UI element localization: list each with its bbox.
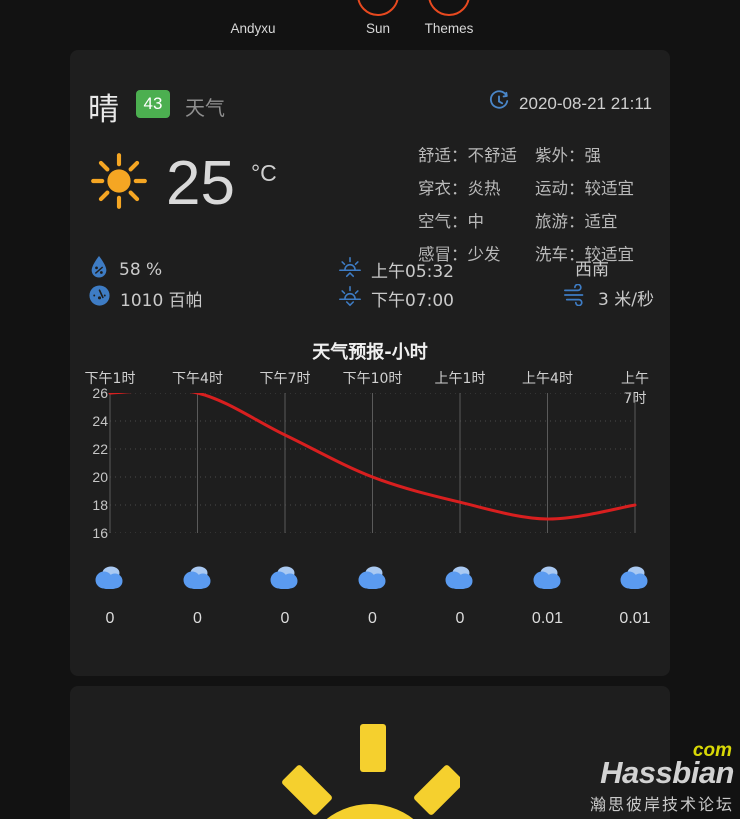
sunset-value: 下午07:00 bbox=[371, 291, 454, 311]
chart-y-label: 22 bbox=[92, 441, 108, 457]
pressure-gauge-icon bbox=[88, 284, 111, 312]
weather-card-header: 晴 43 天气 2020-08-21 21:11 bbox=[70, 84, 670, 130]
precipitation-value: 0.01 bbox=[531, 610, 564, 627]
big-sun-icon bbox=[280, 704, 464, 819]
cloud-icon bbox=[265, 566, 305, 599]
sunrise-stat: 上午05:32 bbox=[338, 255, 454, 284]
sunset-stat: 下午07:00 bbox=[338, 284, 454, 313]
index-comfort: 舒适：不舒适 bbox=[418, 146, 517, 165]
stats-row-1: 58 % 上午05:32 bbox=[88, 255, 652, 284]
cloud-icon bbox=[178, 566, 218, 599]
cloud-icon bbox=[615, 566, 655, 599]
precipitation-value: 0 bbox=[105, 610, 115, 627]
humidity-stat: 58 % bbox=[88, 255, 162, 284]
precipitation-value: 0 bbox=[280, 610, 290, 627]
weather-stats: 58 % 上午05:32 1010 百帕 下午07:00 3 米/秒 bbox=[88, 255, 654, 313]
precipitation-cell: 0.01 bbox=[600, 563, 670, 628]
chart-y-label: 18 bbox=[92, 497, 108, 513]
index-travel: 旅游：适宜 bbox=[535, 212, 618, 231]
precipitation-value: 0 bbox=[368, 610, 377, 627]
sun-icon bbox=[88, 150, 150, 217]
chart-x-label: 下午10时 bbox=[342, 371, 403, 387]
wind-stat: 3 米/秒 bbox=[563, 283, 654, 311]
stats-row-2: 1010 百帕 下午07:00 3 米/秒 bbox=[88, 283, 654, 313]
precipitation-value: 0.01 bbox=[619, 610, 651, 627]
chart-x-axis-labels: 下午1时 下午4时 下午7时 下午10时 上午1时 上午4时 上午7时 bbox=[70, 368, 670, 407]
chart-y-label: 24 bbox=[92, 413, 108, 429]
wind-speed-value: 3 米/秒 bbox=[598, 290, 654, 310]
sunset-icon bbox=[338, 284, 362, 313]
precipitation-value: 0 bbox=[455, 610, 465, 627]
circle-ring-icon bbox=[357, 0, 399, 16]
top-nav-strip: 未知 Andyxu Sun Themes bbox=[0, 0, 740, 45]
index-dressing: 穿衣：炎热 bbox=[418, 179, 501, 198]
chart-x-label: 上午4时 bbox=[522, 371, 573, 387]
chart-y-label: 26 bbox=[92, 385, 108, 401]
cloud-icon bbox=[353, 566, 393, 599]
watermark-tagline: 瀚思彼岸技术论坛 bbox=[589, 795, 734, 814]
temperature-unit: °C bbox=[250, 160, 277, 186]
index-air: 空气：中 bbox=[418, 212, 484, 231]
pressure-stat: 1010 百帕 bbox=[88, 284, 203, 312]
temperature-block: 25 °C bbox=[88, 150, 277, 217]
precipitation-cell: 0.01 bbox=[513, 563, 583, 628]
cloud-icon bbox=[90, 566, 130, 599]
chart-x-label: 下午4时 bbox=[172, 371, 223, 387]
timestamp-text: 2020-08-21 21:11 bbox=[519, 93, 652, 113]
cloud-icon bbox=[440, 566, 480, 599]
chart-canvas bbox=[108, 388, 637, 534]
wind-icon bbox=[563, 283, 589, 311]
chart-x-label: 上午1时 bbox=[434, 371, 486, 387]
condition-text: 晴 bbox=[88, 92, 120, 128]
circle-ring-icon-2 bbox=[428, 0, 470, 16]
nav-label-andyxu: Andyxu bbox=[230, 21, 276, 36]
chart-x-label: 下午7时 bbox=[259, 371, 311, 387]
wind-direction-value: 西南 bbox=[575, 260, 609, 280]
watermark-tld: com bbox=[692, 740, 732, 761]
precipitation-cell: 0 bbox=[338, 563, 408, 628]
refresh-clock-icon[interactable] bbox=[488, 90, 510, 117]
hourly-forecast-chart[interactable]: 下午1时 下午4时 下午7时 下午10时 上午1时 上午4时 上午7时 16 18 20 22 24… bbox=[70, 368, 670, 668]
watermark: Hassbian com 瀚思彼岸技术论坛 bbox=[589, 740, 735, 815]
sunrise-value: 上午05:32 bbox=[371, 262, 454, 282]
precipitation-row: 0 0 0 0 0 0.01 0.01 bbox=[70, 563, 670, 643]
weather-indices-grid: 舒适：不舒适 紫外：强 穿衣：炎热 运动：较适宜 空气：中 旅游：适宜 感冒：少… bbox=[418, 142, 668, 265]
pressure-value: 1010 百帕 bbox=[120, 290, 203, 311]
chart-y-label: 20 bbox=[92, 469, 108, 485]
precipitation-cell: 0 bbox=[250, 563, 320, 628]
cloud-icon bbox=[528, 566, 568, 599]
weather-card[interactable]: 晴 43 天气 2020-08-21 21:11 25 °C 舒适：不舒适 紫外… bbox=[70, 50, 670, 676]
chart-y-label: 16 bbox=[92, 525, 108, 541]
precipitation-value: 0 bbox=[193, 610, 202, 627]
precipitation-cell: 0 bbox=[425, 563, 495, 628]
temperature-value: 25 bbox=[166, 148, 235, 218]
sunrise-icon bbox=[338, 255, 362, 284]
timestamp-group[interactable]: 2020-08-21 21:11 bbox=[488, 90, 652, 117]
card-subtitle: 天气 bbox=[185, 96, 225, 120]
humidity-droplet-icon bbox=[88, 255, 110, 284]
index-sport: 运动：较适宜 bbox=[535, 179, 634, 198]
chart-plot-area: 16 18 20 22 24 26 bbox=[70, 385, 670, 541]
precipitation-cell: 0 bbox=[75, 563, 145, 628]
app-root: 未知 Andyxu Sun Themes 晴 43 天气 bbox=[0, 0, 740, 819]
chart-title: 天气预报-小时 bbox=[312, 342, 428, 363]
secondary-card[interactable] bbox=[70, 686, 670, 819]
precipitation-cell: 0 bbox=[163, 563, 233, 628]
index-uv: 紫外：强 bbox=[535, 146, 601, 165]
aqi-badge: 43 bbox=[136, 90, 170, 118]
nav-label-themes: Themes bbox=[424, 21, 474, 36]
humidity-value: 58 % bbox=[119, 259, 163, 280]
